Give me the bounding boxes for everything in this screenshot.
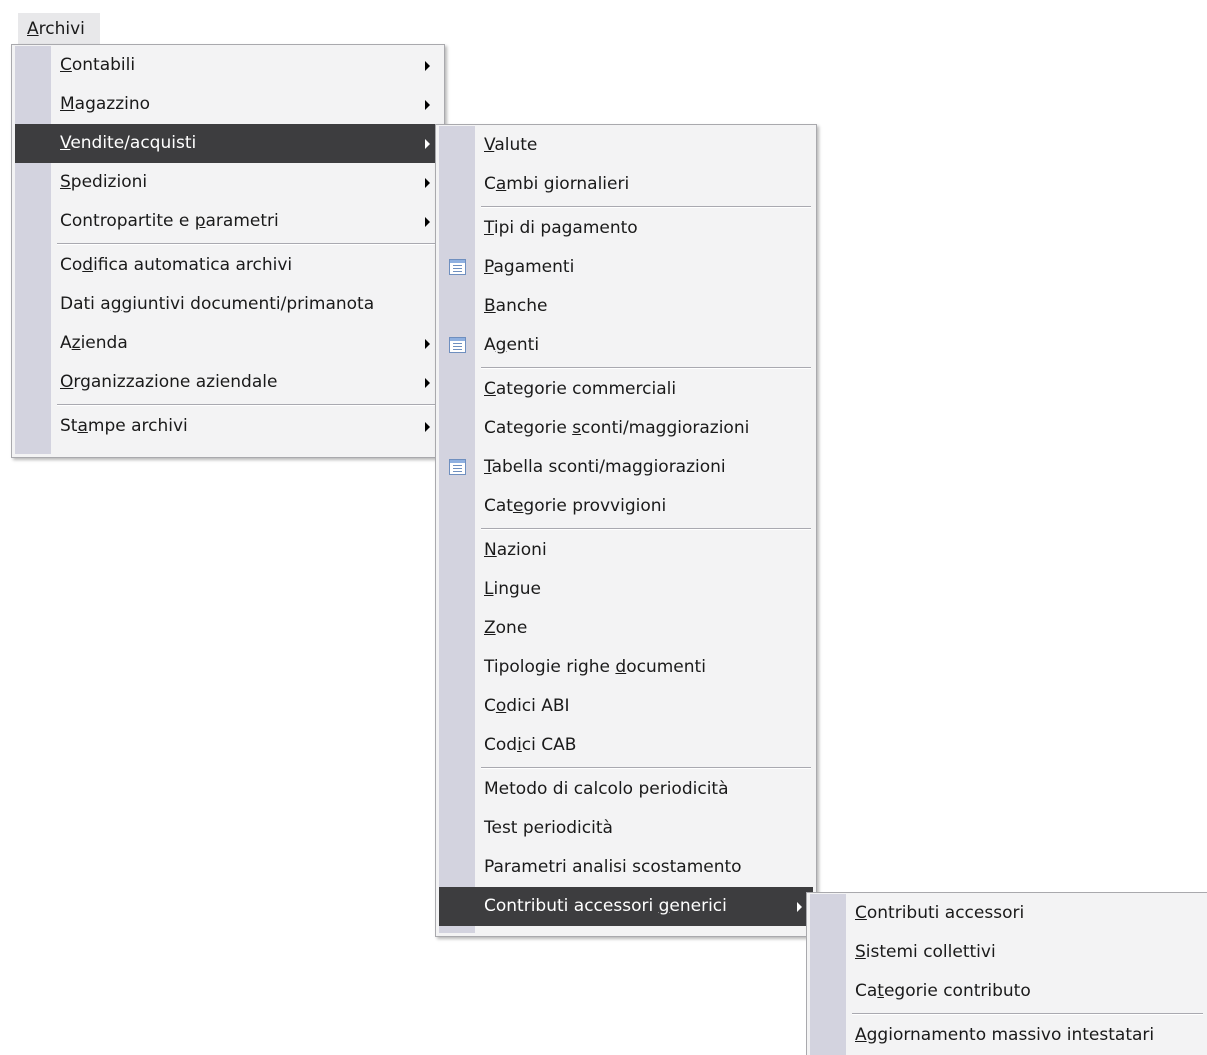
menu-item-label: Categorie commerciali <box>484 379 677 399</box>
menu-item-tipi-di-pagamento[interactable]: Tipi di pagamento <box>439 209 813 248</box>
menu-item-contabili[interactable]: Contabili <box>15 46 441 85</box>
menu-item-label: Codifica automatica archivi <box>60 255 293 275</box>
menu-item-lingue[interactable]: Lingue <box>439 570 813 609</box>
menu-item-magazzino[interactable]: Magazzino <box>15 85 441 124</box>
submenu-arrow-icon <box>425 100 430 110</box>
submenu-arrow-icon <box>425 61 430 71</box>
menu-item-sistemi-collettivi[interactable]: Sistemi collettivi <box>810 933 1205 972</box>
menu-item-label: Codici ABI <box>484 696 570 716</box>
submenu-arrow-icon <box>425 139 430 149</box>
menu-item-label: Tipi di pagamento <box>484 218 638 238</box>
menu-item-dati-aggiuntivi-documenti-primanota[interactable]: Dati aggiuntivi documenti/primanota <box>15 285 441 324</box>
menu-item-nazioni[interactable]: Nazioni <box>439 531 813 570</box>
screen: Archivi Contabili Magazzino Vendite/acquis… <box>0 0 1207 1055</box>
menu-item-tabella-sconti-maggiorazioni[interactable]: Tabella sconti/maggiorazioni <box>439 448 813 487</box>
menu-item-label: Stampe archivi <box>60 416 188 436</box>
menu-item-vendite-acquisti[interactable]: Vendite/acquisti <box>15 124 441 163</box>
menu-item-codici-abi[interactable]: Codici ABI <box>439 687 813 726</box>
menu-item-label: Organizzazione aziendale <box>60 372 278 392</box>
menu-item-categorie-commerciali[interactable]: Categorie commerciali <box>439 370 813 409</box>
menu-item-label: Lingue <box>484 579 542 599</box>
menu-item-tipologie-righe-documenti[interactable]: Tipologie righe documenti <box>439 648 813 687</box>
menu-item-stampe-archivi[interactable]: Stampe archivi <box>15 407 441 446</box>
menu-item-label: Codici CAB <box>484 735 577 755</box>
menu-item-label: Pagamenti <box>484 257 575 277</box>
table-list-icon <box>449 459 466 475</box>
menu-item-zone[interactable]: Zone <box>439 609 813 648</box>
menu-item-label: Banche <box>484 296 548 316</box>
menu-item-metodo-di-calcolo-periodicita[interactable]: Metodo di calcolo periodicità <box>439 770 813 809</box>
submenu-arrow-icon <box>797 902 802 912</box>
menu-item-label: Tabella sconti/maggiorazioni <box>484 457 726 477</box>
menu-item-label: Aggiornamento massivo intestatari <box>855 1025 1155 1045</box>
archivi-menu: Contabili Magazzino Vendite/acquisti Spediz… <box>11 44 445 458</box>
vendite-acquisti-menu: Valute Cambi giornalieri Tipi di pagamento… <box>435 124 817 937</box>
menu-item-categorie-contributo[interactable]: Categorie contributo <box>810 972 1205 1011</box>
menu-item-label: Magazzino <box>60 94 151 114</box>
menubar-archivi[interactable]: Archivi <box>18 13 100 45</box>
menubar-archivi-label: Archivi <box>27 19 85 39</box>
menu-item-label: Tipologie righe documenti <box>484 657 706 677</box>
menu-item-label: Contabili <box>60 55 136 75</box>
menu-item-label: Contropartite e parametri <box>60 211 279 231</box>
menu-item-label: Valute <box>484 135 538 155</box>
menu-item-codici-cab[interactable]: Codici CAB <box>439 726 813 765</box>
menu-item-codifica-automatica-archivi[interactable]: Codifica automatica archivi <box>15 246 441 285</box>
menu-item-valute[interactable]: Valute <box>439 126 813 165</box>
menu-item-label: Test periodicità <box>484 818 613 838</box>
menu-item-label: Metodo di calcolo periodicità <box>484 779 729 799</box>
menu-item-contributi-accessori-generici[interactable]: Contributi accessori generici <box>439 887 813 926</box>
menu-item-label: Zone <box>484 618 528 638</box>
menu-item-label: Contributi accessori <box>855 903 1025 923</box>
menu-item-banche[interactable]: Banche <box>439 287 813 326</box>
menu-item-label: Agenti <box>484 335 540 355</box>
table-list-icon <box>449 337 466 353</box>
menu-item-categorie-sconti-maggiorazioni[interactable]: Categorie sconti/maggiorazioni <box>439 409 813 448</box>
menu-item-label: Spedizioni <box>60 172 148 192</box>
menu-item-label: Categorie provvigioni <box>484 496 667 516</box>
menu-item-categorie-provvigioni[interactable]: Categorie provvigioni <box>439 487 813 526</box>
submenu-arrow-icon <box>425 422 430 432</box>
menu-item-label: Azienda <box>60 333 128 353</box>
menu-item-label: Parametri analisi scostamento <box>484 857 742 877</box>
menu-item-contributi-accessori[interactable]: Contributi accessori <box>810 894 1205 933</box>
menu-item-contropartite-e-parametri[interactable]: Contropartite e parametri <box>15 202 441 241</box>
menu-item-aggiornamento-massivo-intestatari[interactable]: Aggiornamento massivo intestatari <box>810 1016 1205 1055</box>
menu-item-label: Cambi giornalieri <box>484 174 630 194</box>
submenu-arrow-icon <box>425 178 430 188</box>
menu-item-agenti[interactable]: Agenti <box>439 326 813 365</box>
submenu-arrow-icon <box>425 339 430 349</box>
menu-item-parametri-analisi-scostamento[interactable]: Parametri analisi scostamento <box>439 848 813 887</box>
submenu-arrow-icon <box>425 378 430 388</box>
menu-item-label: Contributi accessori generici <box>484 896 727 916</box>
menu-item-cambi-giornalieri[interactable]: Cambi giornalieri <box>439 165 813 204</box>
menu-item-test-periodicita[interactable]: Test periodicità <box>439 809 813 848</box>
menu-item-organizzazione-aziendale[interactable]: Organizzazione aziendale <box>15 363 441 402</box>
contributi-accessori-menu: Contributi accessori Sistemi collettivi Ca… <box>806 892 1207 1055</box>
menu-item-pagamenti[interactable]: Pagamenti <box>439 248 813 287</box>
menu-item-label: Categorie sconti/maggiorazioni <box>484 418 750 438</box>
menu-item-label: Dati aggiuntivi documenti/primanota <box>60 294 375 314</box>
menu-item-azienda[interactable]: Azienda <box>15 324 441 363</box>
menu-item-label: Categorie contributo <box>855 981 1031 1001</box>
menu-item-label: Vendite/acquisti <box>60 133 197 153</box>
menu-item-label: Nazioni <box>484 540 547 560</box>
table-list-icon <box>449 259 466 275</box>
menu-item-label: Sistemi collettivi <box>855 942 996 962</box>
menu-item-spedizioni[interactable]: Spedizioni <box>15 163 441 202</box>
submenu-arrow-icon <box>425 217 430 227</box>
